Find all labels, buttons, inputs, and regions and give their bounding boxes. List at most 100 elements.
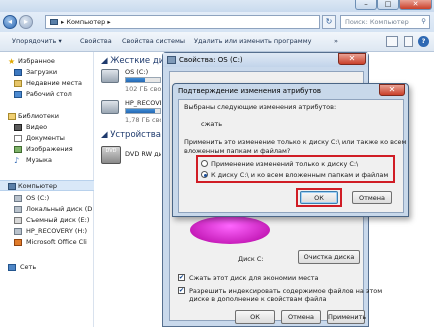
dvd-icon-label: DVD — [105, 148, 117, 154]
dvd-drive-icon: DVD — [101, 146, 121, 164]
drive-name[interactable]: DVD RW диск — [125, 150, 161, 158]
section-label: Устройства со с — [110, 130, 163, 140]
address-bar-row: ◂ ▸ ▸ Компьютер ▸ ↻ Поиск: Компьютер ⚲ — [0, 12, 434, 32]
index-label-line2: диске в дополнение к свойствам файла — [189, 295, 327, 303]
confirm-attribute-dialog: Подтверждение изменения атрибутов ✕ Выбр… — [172, 83, 409, 217]
back-button[interactable]: ◂ — [3, 15, 17, 29]
option-all-subfolders[interactable]: К диску C:\ и ко всем вложенным папкам и… — [201, 170, 391, 180]
usage-fill — [126, 78, 145, 82]
nav-favorites[interactable]: ★ Избранное — [8, 56, 55, 67]
nav-video[interactable]: Видео — [14, 122, 47, 133]
nav-documents[interactable]: Документы — [14, 133, 65, 144]
usage-fill — [126, 109, 155, 113]
removable-devices-header[interactable]: ◢ Устройства со с — [101, 130, 163, 140]
nav-removable-e[interactable]: Съемный диск (E:) — [14, 215, 89, 226]
computer-icon — [50, 19, 58, 25]
dialog-question-line2: вложенным папкам и файлам? — [184, 147, 291, 155]
disk-usage-pie — [190, 216, 270, 244]
drive-icon — [14, 228, 22, 235]
desktop-icon — [14, 91, 22, 98]
drive-icon — [14, 206, 22, 213]
more-commands-button[interactable]: » — [334, 37, 338, 45]
option-only-radio[interactable] — [201, 160, 208, 167]
compress-checkbox-row[interactable]: ✔ Сжать этот диск для экономии места — [178, 273, 362, 284]
properties-close-button[interactable]: ✕ — [338, 53, 366, 65]
drive-icon — [14, 195, 22, 202]
nav-network[interactable]: Сеть — [8, 262, 36, 273]
nav-label: Сеть — [20, 263, 37, 271]
compress-checkbox[interactable]: ✔ — [178, 274, 185, 281]
preview-pane-icon[interactable] — [404, 36, 413, 47]
navigation-pane: ★ Избранное Загрузки Недавние места Рабоч… — [0, 52, 94, 327]
close-button[interactable]: ✕ — [399, 0, 432, 10]
hp-recovery-usage-bar — [125, 108, 161, 114]
nav-libraries[interactable]: Библиотеки — [8, 111, 59, 122]
nav-music[interactable]: ♪ Музыка — [14, 155, 52, 166]
dialog-cancel-button[interactable]: Отмена — [352, 191, 392, 204]
nav-label: Документы — [26, 134, 65, 142]
nav-label: Библиотеки — [18, 112, 59, 120]
window-caption: – □ ✕ — [0, 0, 434, 12]
option-only-label: Применение изменений только к диску C:\ — [211, 160, 359, 168]
nav-desktop[interactable]: Рабочий стол — [14, 89, 72, 100]
index-checkbox-row[interactable]: ✔ Разрешить индексировать содержимое фай… — [178, 286, 382, 306]
maximize-button[interactable]: □ — [377, 0, 399, 10]
nav-office[interactable]: Microsoft Office Cli — [14, 237, 87, 248]
nav-label: Загрузки — [26, 68, 58, 76]
hard-drive-icon — [101, 100, 119, 114]
nav-label: Музыка — [26, 156, 52, 164]
forward-button[interactable]: ▸ — [19, 15, 33, 29]
removable-drive-icon — [14, 217, 22, 224]
minimize-button[interactable]: – — [355, 0, 377, 10]
dialog-ok-button[interactable]: ОК — [300, 191, 338, 204]
computer-icon — [8, 183, 16, 190]
nav-label: Избранное — [18, 57, 55, 65]
index-label-line1: Разрешить индексировать содержимое файло… — [189, 287, 383, 295]
section-label: Жесткие диски ( — [110, 56, 163, 66]
nav-downloads[interactable]: Загрузки — [14, 67, 57, 78]
view-options-icon[interactable] — [386, 36, 398, 47]
properties-ok-button[interactable]: ОК — [235, 310, 275, 324]
dialog-intro: Выбраны следующие изменения атрибутов: — [184, 103, 337, 111]
downloads-folder-icon — [14, 69, 22, 76]
properties-apply-button[interactable]: Применить — [327, 310, 366, 324]
nav-local-d[interactable]: Локальный диск (D — [14, 204, 92, 215]
option-all-radio[interactable] — [201, 171, 208, 178]
organize-button[interactable]: Упорядочить ▾ — [12, 37, 62, 45]
address-chevron-icon: ▸ — [105, 18, 111, 26]
hard-disks-header[interactable]: ◢ Жесткие диски ( — [101, 56, 163, 66]
nav-label: Microsoft Office Cli — [26, 238, 87, 246]
help-icon[interactable]: ? — [418, 36, 429, 47]
nav-hp-recovery[interactable]: HP_RECOVERY (H:) — [14, 226, 87, 237]
nav-recent[interactable]: Недавние места — [14, 78, 82, 89]
address-input[interactable]: ▸ Компьютер ▸ — [45, 15, 320, 29]
video-icon — [14, 124, 22, 131]
recent-places-icon — [14, 80, 22, 87]
os-c-usage-bar — [125, 77, 161, 83]
nav-images[interactable]: Изображения — [14, 144, 73, 155]
drive-icon — [167, 56, 176, 64]
drive-name[interactable]: OS (C:) — [125, 68, 161, 76]
nav-label: Недавние места — [26, 79, 82, 87]
search-placeholder: Поиск: Компьютер — [345, 18, 409, 26]
system-properties-button[interactable]: Свойства системы — [122, 37, 185, 45]
collapse-icon: ◢ — [101, 56, 111, 66]
uninstall-program-button[interactable]: Удалить или изменить программу — [194, 37, 311, 45]
dialog-title: Подтверждение изменения атрибутов — [178, 87, 322, 95]
disk-cleanup-button[interactable]: Очистка диска — [298, 250, 360, 264]
option-only-drive[interactable]: Применение изменений только к диску C:\ — [201, 159, 391, 169]
drive-free-space: 102 ГБ свобо — [125, 85, 161, 93]
nav-os-c[interactable]: OS (C:) — [14, 193, 49, 204]
refresh-icon[interactable]: ↻ — [322, 15, 336, 29]
address-text: Компьютер — [66, 18, 106, 26]
dialog-close-button[interactable]: ✕ — [379, 84, 405, 96]
properties-cancel-button[interactable]: Отмена — [281, 310, 321, 324]
command-bar: Упорядочить ▾ Свойства Свойства системы … — [0, 32, 434, 52]
index-checkbox[interactable]: ✔ — [178, 287, 185, 294]
collapse-icon: ◢ — [101, 130, 111, 140]
network-icon — [8, 264, 16, 271]
search-input[interactable]: Поиск: Компьютер ⚲ — [340, 15, 430, 29]
drive-name[interactable]: HP_RECOVERY — [125, 99, 161, 107]
nav-computer[interactable]: Компьютер — [0, 180, 94, 191]
properties-button[interactable]: Свойства — [80, 37, 112, 45]
